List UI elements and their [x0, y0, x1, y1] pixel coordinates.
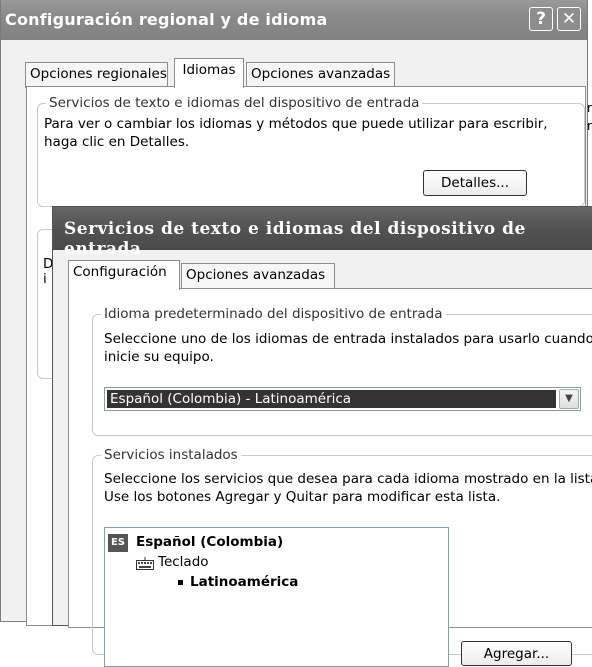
group-title: Servicios de texto e idiomas del disposi… — [46, 95, 423, 111]
tab-languages[interactable]: Idiomas — [174, 58, 244, 88]
tree-layout-node[interactable]: Latinoamérica — [190, 573, 298, 591]
tree-category-node[interactable]: Teclado — [158, 553, 209, 571]
bullet-icon — [178, 580, 183, 585]
default-language-group: Idioma predeterminado del dispositivo de… — [92, 306, 592, 436]
group-description: Para ver o cambiar los idiomas y métodos… — [44, 116, 548, 150]
language-badge: ES — [108, 534, 128, 552]
edge-fragment-1: r — [587, 101, 592, 115]
selected-language: Español (Colombia) - Latinoamérica — [107, 390, 556, 408]
regional-settings-titlebar[interactable]: Configuración regional y de idioma — [1, 0, 587, 40]
text-services-titlebar[interactable]: Servicios de texto e idiomas del disposi… — [53, 207, 592, 259]
installed-services-group: Servicios instalados Seleccione los serv… — [92, 447, 592, 667]
group-description: Seleccione los servicios que desea para … — [104, 471, 592, 505]
tab-regional-options[interactable]: Opciones regionales — [25, 62, 168, 88]
edge-fragment-2: r — [587, 119, 592, 133]
chevron-down-icon[interactable]: ▼ — [559, 389, 579, 409]
clipped-text-2: i — [43, 271, 47, 287]
window-title: Servicios de texto e idiomas del disposi… — [64, 219, 526, 259]
tree-language-node[interactable]: Español (Colombia) — [136, 533, 283, 551]
text-services-group: Servicios de texto e idiomas del disposi… — [37, 95, 585, 207]
group-title: Servicios instalados — [101, 447, 241, 463]
keyboard-icon — [136, 557, 154, 570]
window-title: Configuración regional y de idioma — [5, 10, 328, 29]
tab-advanced-options[interactable]: Opciones avanzadas — [246, 62, 395, 88]
tab-advanced-options[interactable]: Opciones avanzadas — [181, 263, 335, 288]
tab-configuration[interactable]: Configuración — [68, 260, 180, 290]
help-button[interactable]: ? — [529, 7, 553, 31]
default-language-select[interactable]: Español (Colombia) - Latinoamérica ▼ — [104, 387, 581, 411]
group-description: Seleccione uno de los idiomas de entrada… — [104, 331, 592, 365]
group-title: Idioma predeterminado del dispositivo de… — [101, 306, 446, 322]
close-button[interactable]: ✕ — [557, 7, 581, 31]
text-services-window: Servicios de texto e idiomas del disposi… — [52, 206, 592, 667]
add-button[interactable]: Agregar... — [461, 641, 572, 666]
details-button[interactable]: Detalles... — [423, 170, 527, 196]
services-tree[interactable]: ES Español (Colombia) Teclado Latinoamér… — [104, 527, 449, 667]
configuration-panel: Idioma predeterminado del dispositivo de… — [68, 288, 592, 667]
